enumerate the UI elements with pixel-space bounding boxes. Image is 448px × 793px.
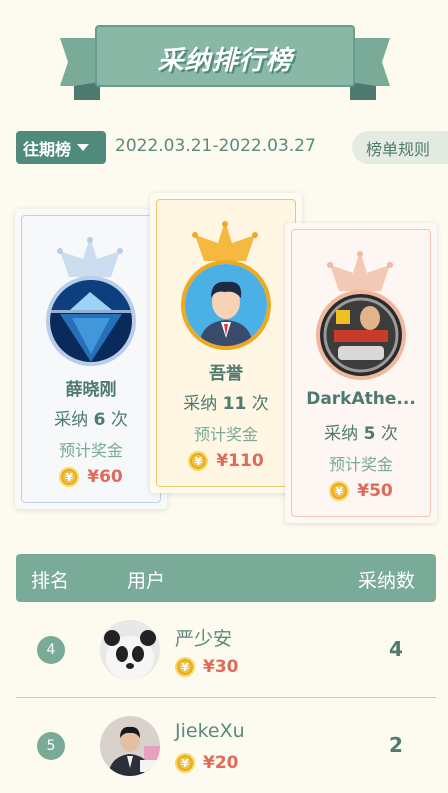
prize-amount: ¥50 [357,481,393,501]
adopt-count: 4 [389,637,403,661]
panda-avatar-image [100,620,160,680]
prize-amount-row: ¥ ¥50 [285,481,437,501]
crown-bronze-icon [327,251,393,291]
avatar[interactable] [46,276,136,366]
rules-label: 榜单规则 [366,139,431,159]
prize-amount: ¥20 [203,753,239,773]
crown-gold-icon [192,221,258,261]
times-suffix: 次 [251,394,269,414]
podium-card-rank-1[interactable]: 吾誉 采纳 11 次 预计奖金 ¥ ¥110 [150,193,302,493]
caret-down-icon [77,144,90,151]
crown-silver-icon [57,237,123,277]
header-count: 采纳数 [358,570,416,592]
person-avatar-image [185,264,267,346]
avatar[interactable] [181,260,271,350]
user-name: JiekeXu [175,720,245,742]
header-user: 用户 [127,570,166,592]
avatar[interactable] [100,620,160,680]
table-row[interactable]: 5 JiekeXu ¥ ¥20 2 [16,698,436,793]
rank-badge: 4 [37,636,65,664]
podium-card-rank-3[interactable]: DarkAthe... 采纳 5 次 预计奖金 ¥ ¥50 [285,223,437,523]
title-banner: 采纳排行榜 [60,24,390,100]
podium-name: 薛晓刚 [65,380,117,400]
table-row[interactable]: 4 严少安 ¥ ¥30 4 [16,602,436,698]
coin-icon: ¥ [175,657,195,677]
prize-label: 预计奖金 [328,455,393,474]
adopt-count: 2 [389,733,403,757]
podium-times: 采纳 5 次 [285,419,437,444]
prize-amount: ¥30 [203,657,239,677]
rank-badge: 5 [37,732,65,760]
period-dropdown[interactable]: 往期榜 [16,131,106,164]
prize-amount-row: ¥ ¥110 [150,451,302,471]
coin-icon: ¥ [188,451,209,471]
podium-times: 采纳 11 次 [150,389,302,414]
iceberg-avatar-image [50,280,132,362]
podium-name: 吾誉 [209,364,243,384]
adopt-count: 6 [93,410,106,430]
prize-amount: ¥110 [216,451,264,471]
rules-button[interactable]: 榜单规则 [352,131,448,164]
ranking-table-header: 排名 用户 采纳数 [16,554,436,602]
avatar[interactable] [316,290,406,380]
prize-label: 预计奖金 [193,425,258,444]
prize-label: 预计奖金 [58,441,123,460]
prize-amount: ¥60 [87,467,123,487]
prize-amount-row: ¥ ¥60 [15,467,167,487]
times-prefix: 采纳 [324,424,359,444]
user-prize: ¥ ¥30 [175,657,239,677]
user-name: 严少安 [175,628,233,650]
coin-icon: ¥ [175,753,195,773]
coin-icon: ¥ [329,481,350,501]
game-logo-avatar-image [320,294,402,376]
times-suffix: 次 [110,410,128,430]
header-rank: 排名 [31,570,70,592]
date-range: 2022.03.21-2022.03.27 [115,136,316,156]
adopt-count: 11 [222,394,247,414]
person-photo-avatar-image [100,716,160,776]
times-suffix: 次 [380,424,398,444]
times-prefix: 采纳 [183,394,218,414]
podium-card-rank-2[interactable]: 薛晓刚 采纳 6 次 预计奖金 ¥ ¥60 [15,209,167,509]
adopt-count: 5 [363,424,376,444]
period-label: 往期榜 [23,139,72,159]
times-prefix: 采纳 [54,410,89,430]
user-prize: ¥ ¥20 [175,753,239,773]
avatar[interactable] [100,716,160,776]
coin-icon: ¥ [59,467,80,487]
page-title: 采纳排行榜 [157,46,293,76]
podium-name: DarkAthe... [306,389,416,409]
podium-times: 采纳 6 次 [15,405,167,430]
